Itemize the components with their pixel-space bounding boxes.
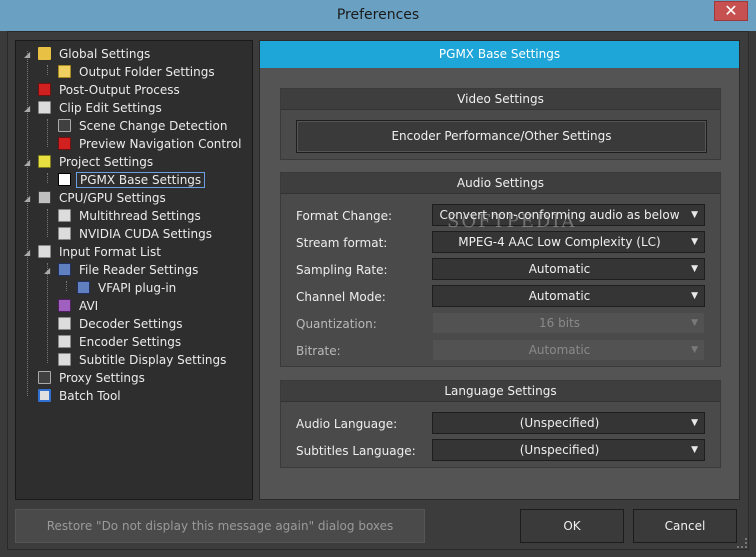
tree-item-global-settings[interactable]: Global Settings bbox=[38, 46, 153, 63]
tree-item-post-output-process[interactable]: Post-Output Process bbox=[38, 82, 183, 99]
tree-item-subtitle-display-settings[interactable]: Subtitle Display Settings bbox=[58, 352, 229, 369]
collapse-icon[interactable]: ◢ bbox=[24, 195, 32, 203]
sampling-rate-label: Sampling Rate: bbox=[296, 263, 388, 277]
tree-item-file-reader-settings[interactable]: File Reader Settings bbox=[58, 262, 201, 279]
audio-language-select[interactable]: (Unspecified) ▼ bbox=[432, 412, 705, 434]
tree-item-input-format-list[interactable]: Input Format List bbox=[38, 244, 164, 261]
tree-item-output-folder-settings[interactable]: Output Folder Settings bbox=[58, 64, 218, 81]
resize-grip-icon[interactable] bbox=[737, 538, 747, 548]
dropdown-arrow-icon: ▼ bbox=[691, 237, 698, 247]
clock-icon bbox=[38, 389, 51, 402]
document-icon bbox=[58, 353, 71, 366]
tree-item-encoder-settings[interactable]: Encoder Settings bbox=[58, 334, 184, 351]
dropdown-arrow-icon: ▼ bbox=[691, 445, 698, 455]
quantization-select[interactable]: 16 bits ▼ bbox=[432, 312, 705, 334]
collapse-icon[interactable]: ◢ bbox=[24, 249, 32, 257]
panel-header: PGMX Base Settings bbox=[260, 41, 739, 68]
subtitles-language-select[interactable]: (Unspecified) ▼ bbox=[432, 439, 705, 461]
document-icon bbox=[38, 101, 51, 114]
window-title: Preferences bbox=[336, 7, 420, 23]
bitrate-label: Bitrate: bbox=[296, 344, 341, 358]
tree-item-nvidia-cuda-settings[interactable]: NVIDIA CUDA Settings bbox=[58, 226, 215, 243]
audio-language-label: Audio Language: bbox=[296, 417, 398, 431]
tree-item-proxy-settings[interactable]: Proxy Settings bbox=[38, 370, 148, 387]
document-icon bbox=[58, 209, 71, 222]
restore-dialogs-button[interactable]: Restore "Do not display this message aga… bbox=[15, 509, 425, 543]
dropdown-arrow-icon: ▼ bbox=[691, 418, 698, 428]
audio-settings-group: Audio Settings Format Change: Convert no… bbox=[280, 172, 721, 367]
watermark: SOFTPEDIA bbox=[447, 211, 577, 232]
tree-item-avi[interactable]: AVI bbox=[58, 298, 101, 315]
dropdown-arrow-icon: ▼ bbox=[691, 345, 698, 355]
settings-tree[interactable]: ◢ Global Settings Output Folder Settings… bbox=[15, 40, 253, 500]
project-icon bbox=[38, 155, 51, 168]
document-icon bbox=[58, 335, 71, 348]
tree-item-multithread-settings[interactable]: Multithread Settings bbox=[58, 208, 204, 225]
dropdown-arrow-icon: ▼ bbox=[691, 210, 698, 220]
tree-line bbox=[66, 281, 67, 291]
avi-icon bbox=[58, 299, 71, 312]
encoder-performance-button[interactable]: Encoder Performance/Other Settings bbox=[296, 120, 707, 153]
dropdown-arrow-icon: ▼ bbox=[691, 318, 698, 328]
stream-format-label: Stream format: bbox=[296, 236, 388, 250]
language-settings-title: Language Settings bbox=[281, 381, 720, 402]
collapse-icon[interactable]: ◢ bbox=[24, 51, 32, 59]
tree-line bbox=[47, 119, 48, 147]
tree-line bbox=[47, 173, 48, 183]
tree-item-batch-tool[interactable]: Batch Tool bbox=[38, 388, 124, 405]
video-settings-group: Video Settings Encoder Performance/Other… bbox=[280, 88, 721, 160]
folder-icon bbox=[38, 47, 51, 60]
collapse-icon[interactable]: ◢ bbox=[24, 105, 32, 113]
bitrate-select[interactable]: Automatic ▼ bbox=[432, 339, 705, 361]
settings-panel: PGMX Base Settings Video Settings Encode… bbox=[259, 40, 740, 500]
tree-item-project-settings[interactable]: Project Settings bbox=[38, 154, 156, 171]
channel-mode-label: Channel Mode: bbox=[296, 290, 386, 304]
cpu-icon bbox=[38, 191, 51, 204]
video-settings-title: Video Settings bbox=[281, 89, 720, 110]
monitor-icon bbox=[58, 263, 71, 276]
tree-item-decoder-settings[interactable]: Decoder Settings bbox=[58, 316, 186, 333]
folder-settings-icon bbox=[58, 65, 71, 78]
navigation-icon bbox=[58, 137, 71, 150]
collapse-icon[interactable]: ◢ bbox=[44, 267, 52, 275]
quantization-label: Quantization: bbox=[296, 317, 377, 331]
pgmx-icon bbox=[58, 173, 71, 186]
document-icon bbox=[38, 245, 51, 258]
document-icon bbox=[58, 227, 71, 240]
document-icon bbox=[58, 317, 71, 330]
tree-item-vfapi-plugin[interactable]: VFAPI plug-in bbox=[77, 280, 179, 297]
ok-button[interactable]: OK bbox=[520, 509, 624, 543]
tree-item-scene-change-detection[interactable]: Scene Change Detection bbox=[58, 118, 230, 135]
subtitles-language-label: Subtitles Language: bbox=[296, 444, 416, 458]
dropdown-arrow-icon: ▼ bbox=[691, 291, 698, 301]
stream-format-select[interactable]: MPEG-4 AAC Low Complexity (LC) ▼ bbox=[432, 231, 705, 253]
tree-item-cpu-gpu-settings[interactable]: CPU/GPU Settings bbox=[38, 190, 169, 207]
sampling-rate-select[interactable]: Automatic ▼ bbox=[432, 258, 705, 280]
collapse-icon[interactable]: ◢ bbox=[24, 159, 32, 167]
tree-line bbox=[47, 263, 48, 363]
tree-line bbox=[47, 65, 48, 75]
film-icon bbox=[38, 371, 51, 384]
tree-item-pgmx-base-settings[interactable]: PGMX Base Settings bbox=[58, 172, 206, 189]
audio-settings-title: Audio Settings bbox=[281, 173, 720, 194]
format-change-label: Format Change: bbox=[296, 209, 393, 223]
process-icon bbox=[38, 83, 51, 96]
monitor-icon bbox=[77, 281, 90, 294]
channel-mode-select[interactable]: Automatic ▼ bbox=[432, 285, 705, 307]
cancel-button[interactable]: Cancel bbox=[633, 509, 737, 543]
dropdown-arrow-icon: ▼ bbox=[691, 264, 698, 274]
language-settings-group: Language Settings Audio Language: (Unspe… bbox=[280, 380, 721, 468]
tree-line bbox=[47, 209, 48, 237]
tree-line bbox=[27, 51, 28, 396]
title-bar: Preferences ✕ bbox=[0, 0, 756, 31]
tree-item-preview-navigation-control[interactable]: Preview Navigation Control bbox=[58, 136, 244, 153]
close-icon[interactable]: ✕ bbox=[714, 1, 748, 21]
tree-item-clip-edit-settings[interactable]: Clip Edit Settings bbox=[38, 100, 165, 117]
film-icon bbox=[58, 119, 71, 132]
